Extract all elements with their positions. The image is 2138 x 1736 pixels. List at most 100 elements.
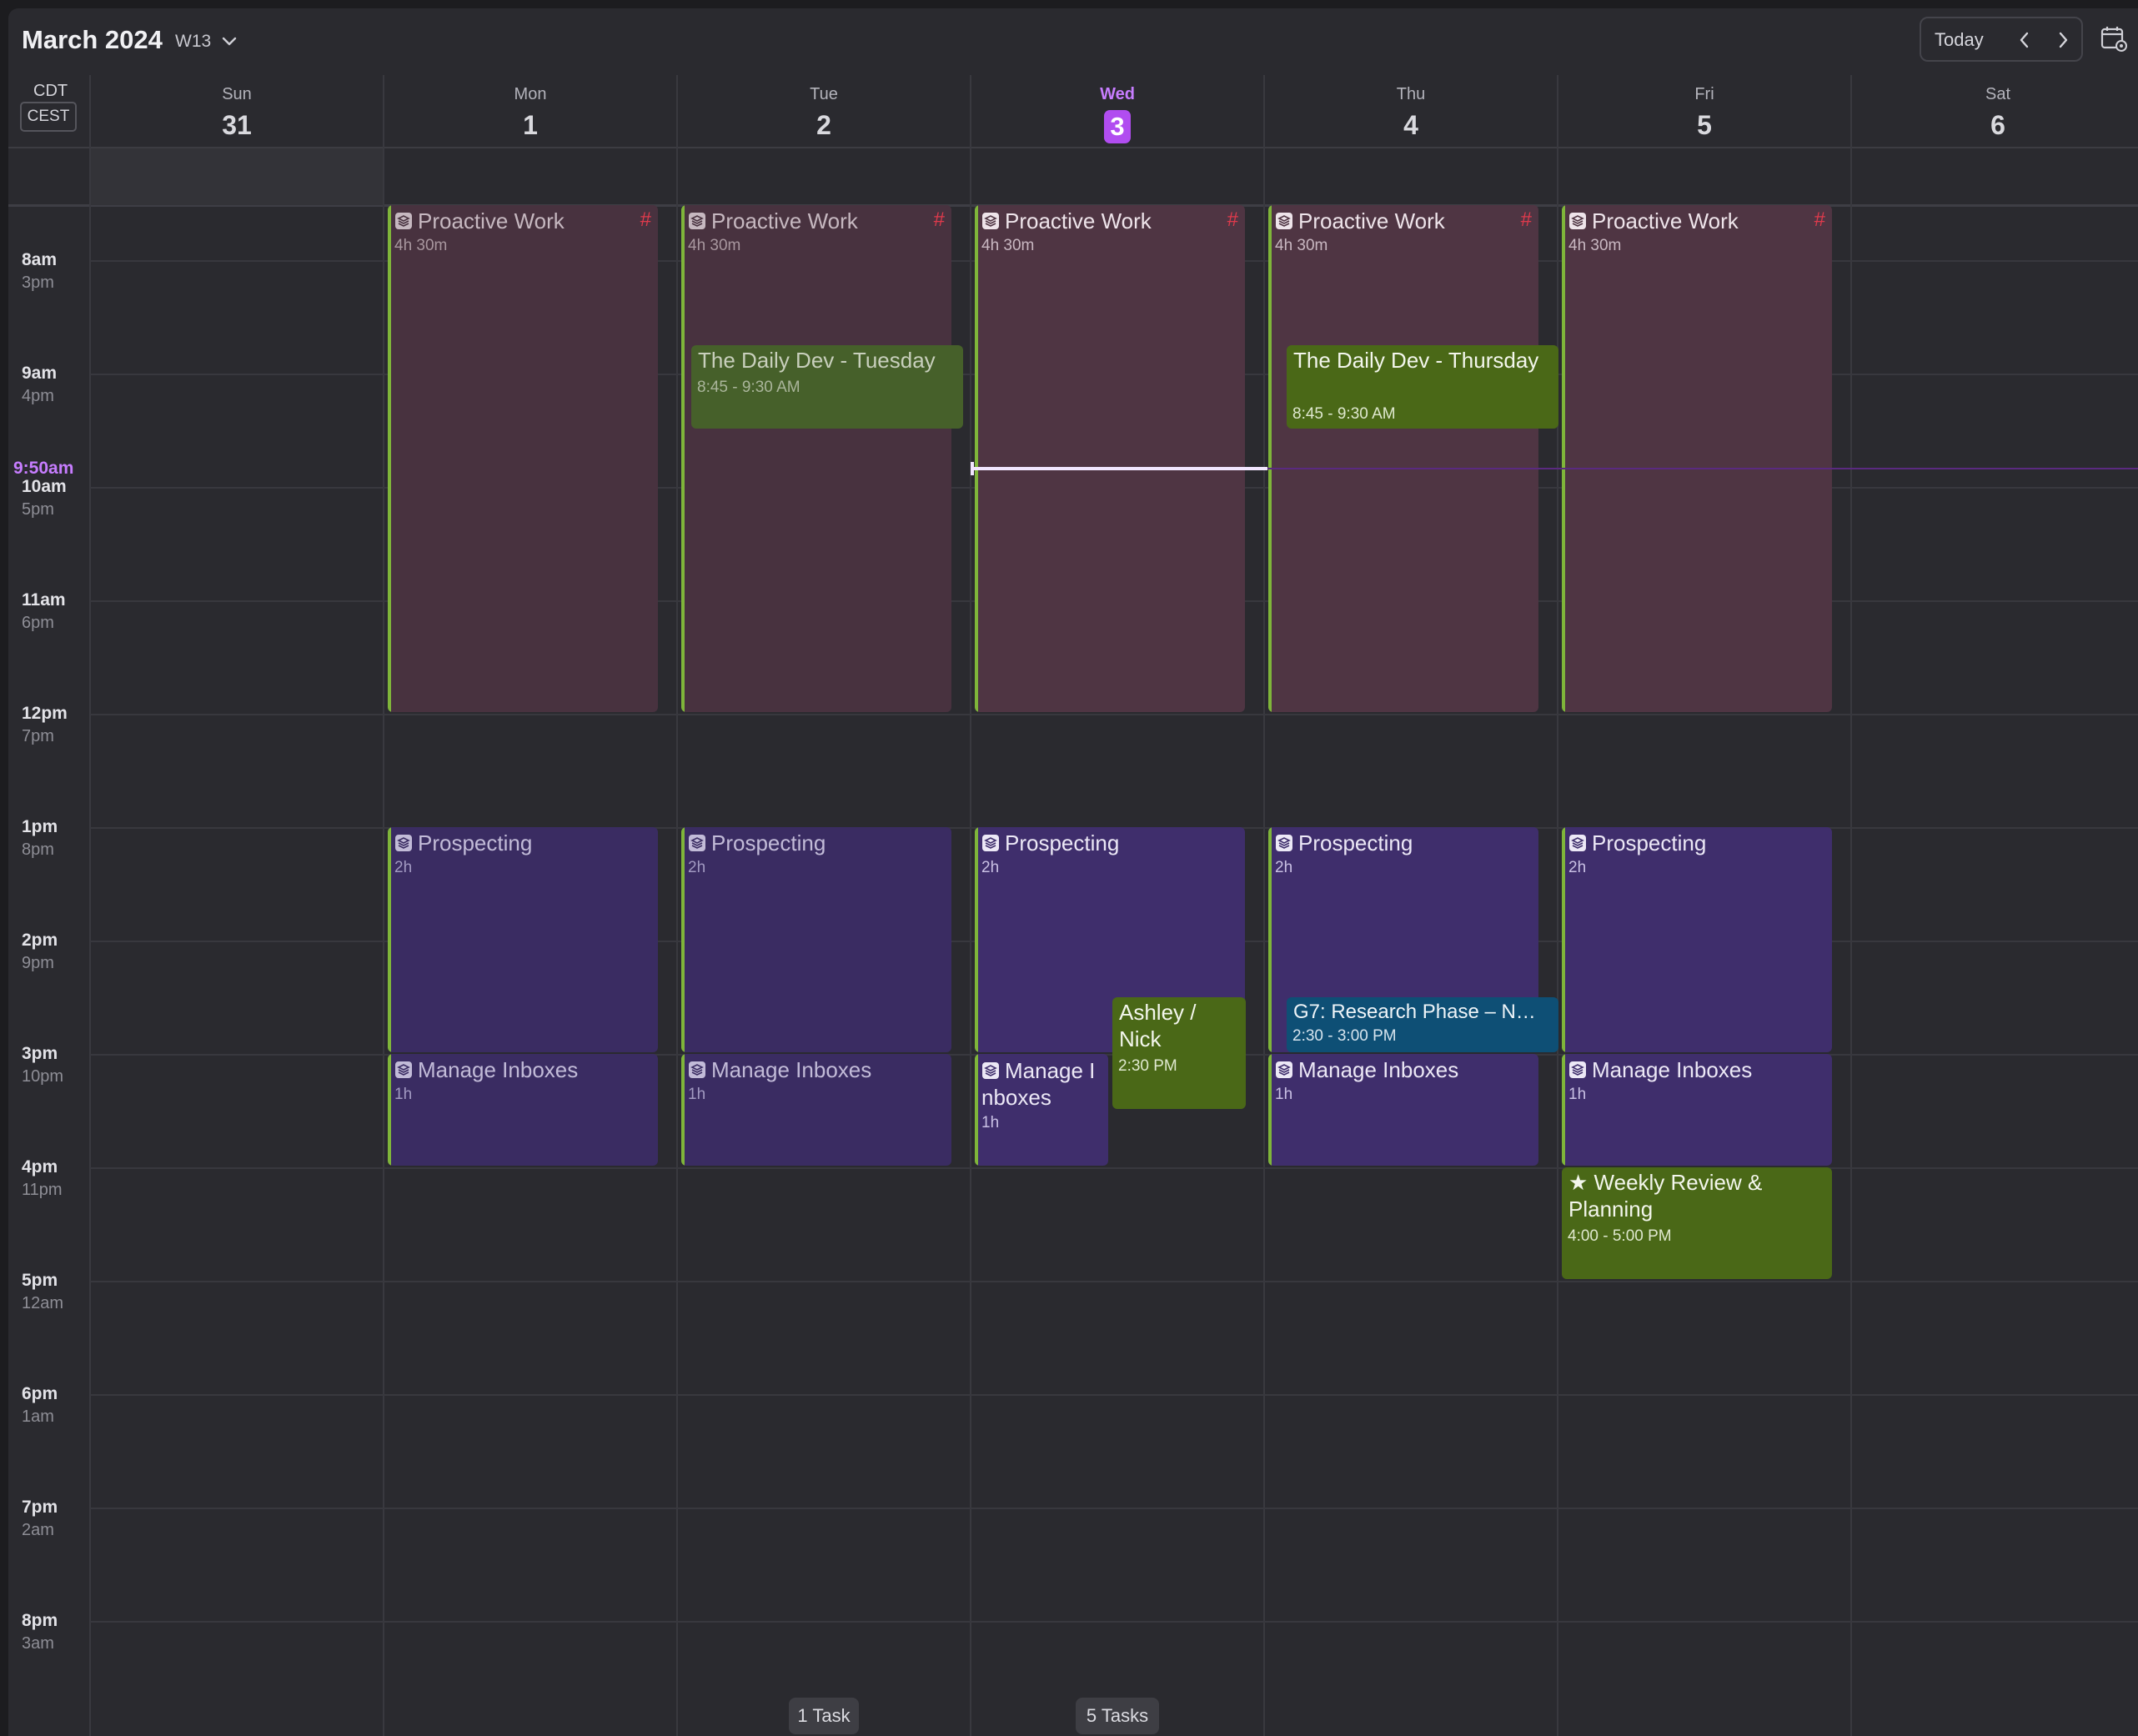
event-accent [1562, 1054, 1565, 1166]
event-accent [681, 205, 685, 712]
hour-label: 7pm [22, 1498, 58, 1517]
event-manage-inboxes-thu[interactable]: Manage Inboxes 1h [1268, 1054, 1538, 1166]
current-time-marker [971, 462, 974, 475]
event-accent [975, 827, 978, 1052]
tag-hash: # [1227, 208, 1238, 231]
event-title: Proactive Work [688, 208, 858, 234]
current-time-line-today [972, 467, 1267, 470]
event-title-text: Manage Inboxes [711, 1057, 872, 1082]
event-title: G7: Research Phase – N… [1293, 1001, 1536, 1023]
day-number: 5 [1697, 110, 1712, 140]
event-title: Proactive Work [394, 208, 565, 234]
today-button[interactable]: Today [1935, 29, 1984, 51]
event-manage-inboxes-tue[interactable]: Manage Inboxes 1h [681, 1054, 951, 1166]
day-name: Fri [1694, 85, 1714, 103]
event-title: Ashley / Nick [1119, 1000, 1197, 1051]
day-divider [970, 75, 971, 1736]
event-duration: 1h [394, 1086, 413, 1103]
event-ashley-nick[interactable]: Ashley / Nick 2:30 PM [1112, 997, 1246, 1109]
hour-label-secondary: 8pm [22, 840, 54, 859]
tasks-pill-wed[interactable]: 5 Tasks [1076, 1698, 1159, 1734]
day-header-mon[interactable]: Mon 1 [384, 85, 677, 141]
chevron-down-icon[interactable] [218, 30, 240, 52]
hour-label-secondary: 9pm [22, 954, 54, 972]
event-title-text: Prospecting [1005, 830, 1120, 855]
event-proactive-work-tue[interactable]: Proactive Work # 4h 30m [681, 205, 951, 712]
event-g7-research[interactable]: G7: Research Phase – N… 2:30 - 3:00 PM [1287, 997, 1558, 1052]
layers-icon [982, 1062, 999, 1079]
hour-label-secondary: 10pm [22, 1067, 64, 1086]
event-title: Prospecting [394, 830, 532, 856]
event-title: Manage Inboxes [1275, 1057, 1458, 1083]
layers-icon [982, 835, 999, 851]
tag-hash: # [640, 208, 651, 231]
calendar-settings-icon[interactable] [2100, 25, 2128, 53]
event-prospecting-tue[interactable]: Prospecting 2h [681, 827, 951, 1052]
event-prospecting-mon[interactable]: Prospecting 2h [388, 827, 658, 1052]
event-weekly-review[interactable]: ★ Weekly Review & Planning 4:00 - 5:00 P… [1562, 1167, 1832, 1279]
layers-icon [1276, 835, 1292, 851]
event-duration: 2h [1275, 859, 1293, 876]
chevron-left-icon[interactable] [2015, 29, 2035, 51]
event-time: 4:00 - 5:00 PM [1568, 1227, 1672, 1245]
day-number-today: 3 [1104, 110, 1131, 143]
event-duration: 1h [1275, 1086, 1293, 1103]
hour-label-secondary: 5pm [22, 500, 54, 519]
event-accent [388, 205, 391, 712]
event-title: The Daily Dev - Tuesday [698, 348, 936, 373]
calendar-header: March 2024 W13 Today [8, 8, 2138, 75]
day-divider [676, 75, 678, 1736]
event-manage-inboxes-mon[interactable]: Manage Inboxes 1h [388, 1054, 658, 1166]
event-title-text: Proactive Work [1298, 208, 1445, 233]
date-navigation: Today [1920, 17, 2083, 62]
calendar-app: March 2024 W13 Today CDT CEST Sun 31 Mon… [8, 8, 2138, 1736]
event-proactive-work-wed[interactable]: Proactive Work # 4h 30m [975, 205, 1245, 712]
day-name: Thu [1396, 85, 1426, 103]
event-duration: 1h [1568, 1086, 1587, 1103]
timezone-secondary[interactable]: CEST [20, 102, 77, 132]
event-proactive-work-thu[interactable]: Proactive Work # 4h 30m [1268, 205, 1538, 712]
event-prospecting-fri[interactable]: Prospecting 2h [1562, 827, 1832, 1052]
event-accent [1562, 827, 1565, 1052]
all-day-cell-sun[interactable] [90, 148, 384, 205]
event-title-text: Prospecting [418, 830, 533, 855]
hour-label-secondary: 11pm [22, 1181, 63, 1199]
event-daily-dev-tue[interactable]: The Daily Dev - Tuesday 8:45 - 9:30 AM [691, 345, 963, 429]
event-title: The Daily Dev - Thursday [1293, 348, 1539, 373]
day-header-wed[interactable]: Wed 3 [971, 85, 1264, 143]
event-title: Prospecting [981, 830, 1119, 856]
week-number[interactable]: W13 [175, 32, 211, 52]
tasks-pill-tue[interactable]: 1 Task [789, 1698, 859, 1734]
layers-icon [689, 1061, 705, 1078]
event-manage-inboxes-wed[interactable]: Manage Inboxes 1h [975, 1054, 1108, 1166]
hour-line [90, 1621, 2138, 1623]
tag-hash: # [933, 208, 945, 231]
hour-line [90, 1281, 2138, 1282]
event-proactive-work-fri[interactable]: Proactive Work # 4h 30m [1562, 205, 1832, 712]
chevron-right-icon[interactable] [2053, 29, 2073, 51]
timezone-primary[interactable]: CDT [33, 82, 68, 101]
day-header-thu[interactable]: Thu 4 [1264, 85, 1558, 141]
event-time: 8:45 - 9:30 AM [697, 379, 800, 396]
event-manage-inboxes-fri[interactable]: Manage Inboxes 1h [1562, 1054, 1832, 1166]
hour-label-secondary: 3pm [22, 273, 54, 292]
hour-label: 6pm [22, 1384, 58, 1403]
layers-icon [395, 835, 412, 851]
day-header-fri[interactable]: Fri 5 [1558, 85, 1851, 141]
event-accent [975, 205, 978, 712]
all-day-row[interactable] [8, 147, 2138, 207]
day-header-sat[interactable]: Sat 6 [1851, 85, 2138, 141]
layers-icon [689, 835, 705, 851]
day-header-sun[interactable]: Sun 31 [90, 85, 384, 141]
hour-label-secondary: 12am [22, 1294, 64, 1312]
event-daily-dev-thu[interactable]: The Daily Dev - Thursday 8:45 - 9:30 AM [1287, 345, 1558, 429]
current-time-label: 9:50am [13, 459, 74, 478]
event-accent [388, 827, 391, 1052]
event-proactive-work-mon[interactable]: Proactive Work # 4h 30m [388, 205, 658, 712]
day-header-tue[interactable]: Tue 2 [677, 85, 971, 141]
event-accent [681, 827, 685, 1052]
hour-label: 1pm [22, 817, 58, 836]
event-duration: 2h [688, 859, 706, 876]
event-title-text: Proactive Work [418, 208, 565, 233]
event-title: ★ Weekly Review & Planning [1568, 1170, 1763, 1222]
